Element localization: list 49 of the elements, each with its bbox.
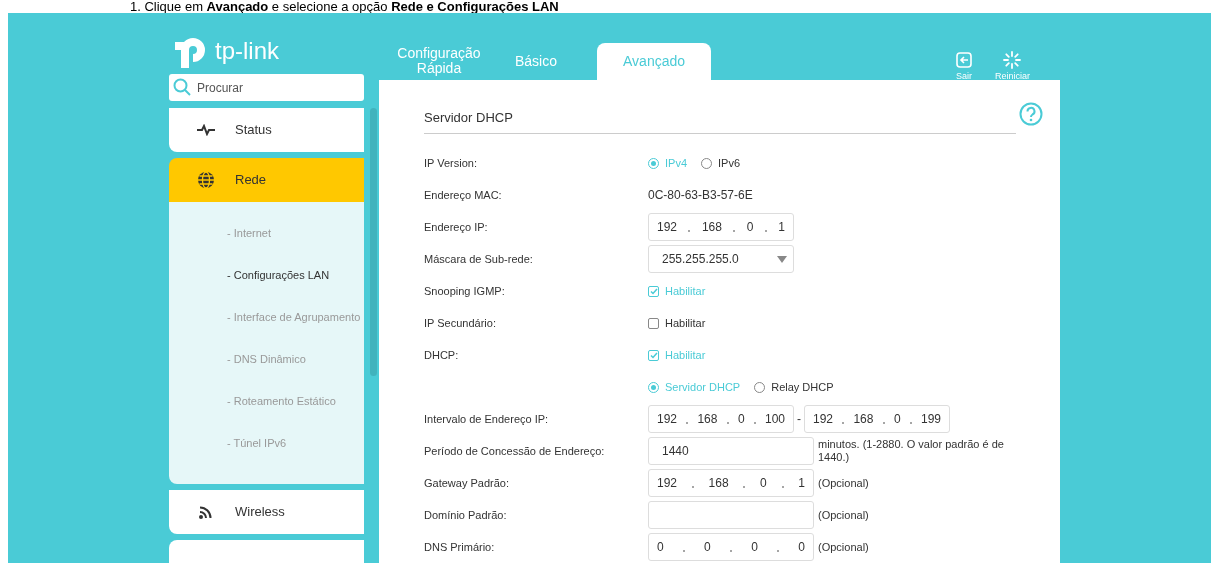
field-label: Endereço MAC: [424,187,503,203]
ip-address-field[interactable]: 192 168 0 1 [648,469,814,497]
instruction-text: 1. Clique em Avançado e selecione a opção Rede e Configurações LAN [129,0,560,13]
checkbox[interactable] [648,317,659,329]
signal-icon [198,504,214,520]
text-input-field[interactable]: 1440 [648,437,814,465]
field-note: (Opcional) [818,508,870,522]
field-label: Endereço IP: [424,219,489,235]
range-separator: - [797,411,801,428]
field-label: IP Version: [424,155,478,171]
spinner-icon [1003,51,1022,69]
radio-option[interactable]: Relay DHCP [754,378,834,396]
field-label: Domínio Padrão: [424,507,508,523]
field-label: IP Secundário: [424,315,497,331]
field-label: Snooping IGMP: [424,283,506,299]
radio-option[interactable]: IPv6 [701,154,741,172]
checkbox[interactable] [648,349,659,361]
sidebar-item[interactable]: Rede [169,158,364,202]
sidebar-item[interactable]: Wireless [169,490,364,534]
field-label: Intervalo de Endereço IP: [424,411,550,427]
checkbox[interactable] [648,285,659,297]
checkbox-option[interactable]: Habilitar [648,314,706,332]
field-note: (Opcional) [818,476,870,490]
submenu-item[interactable]: - Configurações LAN [169,254,364,296]
field-label: Gateway Padrão: [424,475,510,491]
logout-icon [955,51,973,69]
field-value: 0C-80-63-B3-57-6E [648,187,753,204]
field-note: (Opcional) [818,540,870,554]
field-label: Período de Concessão de Endereço: [424,443,606,459]
field-label: DNS Primário: [424,539,496,555]
globe-icon [197,171,215,189]
text-input-field[interactable] [648,501,814,529]
search-icon [173,78,191,96]
ip-address-field[interactable]: 192 168 0 199 [804,405,950,433]
scrollbar[interactable] [370,108,377,376]
ip-address-field[interactable]: 0 0 0 0 [648,533,814,561]
pulse-icon [197,124,215,136]
field-label: DHCP: [424,347,460,363]
ip-address-field[interactable]: 192 168 0 1 [648,213,794,241]
subnet-mask-dropdown[interactable]: 255.255.255.0 [648,245,794,273]
ip-address-field[interactable]: 192 168 0 100 [648,405,794,433]
search-field[interactable]: Procurar [169,74,364,101]
section-title: Servidor DHCP [424,107,1016,134]
caret-icon [777,255,787,263]
sidebar-item[interactable]: Status [169,108,364,152]
field-note: minutos. (1-2880. O valor padrão é de 1440.) [818,438,1005,464]
help-icon[interactable] [1019,101,1043,126]
field-label: Máscara de Sub-rede: [424,251,534,267]
tp-link-logo: tp-link [169,32,280,74]
